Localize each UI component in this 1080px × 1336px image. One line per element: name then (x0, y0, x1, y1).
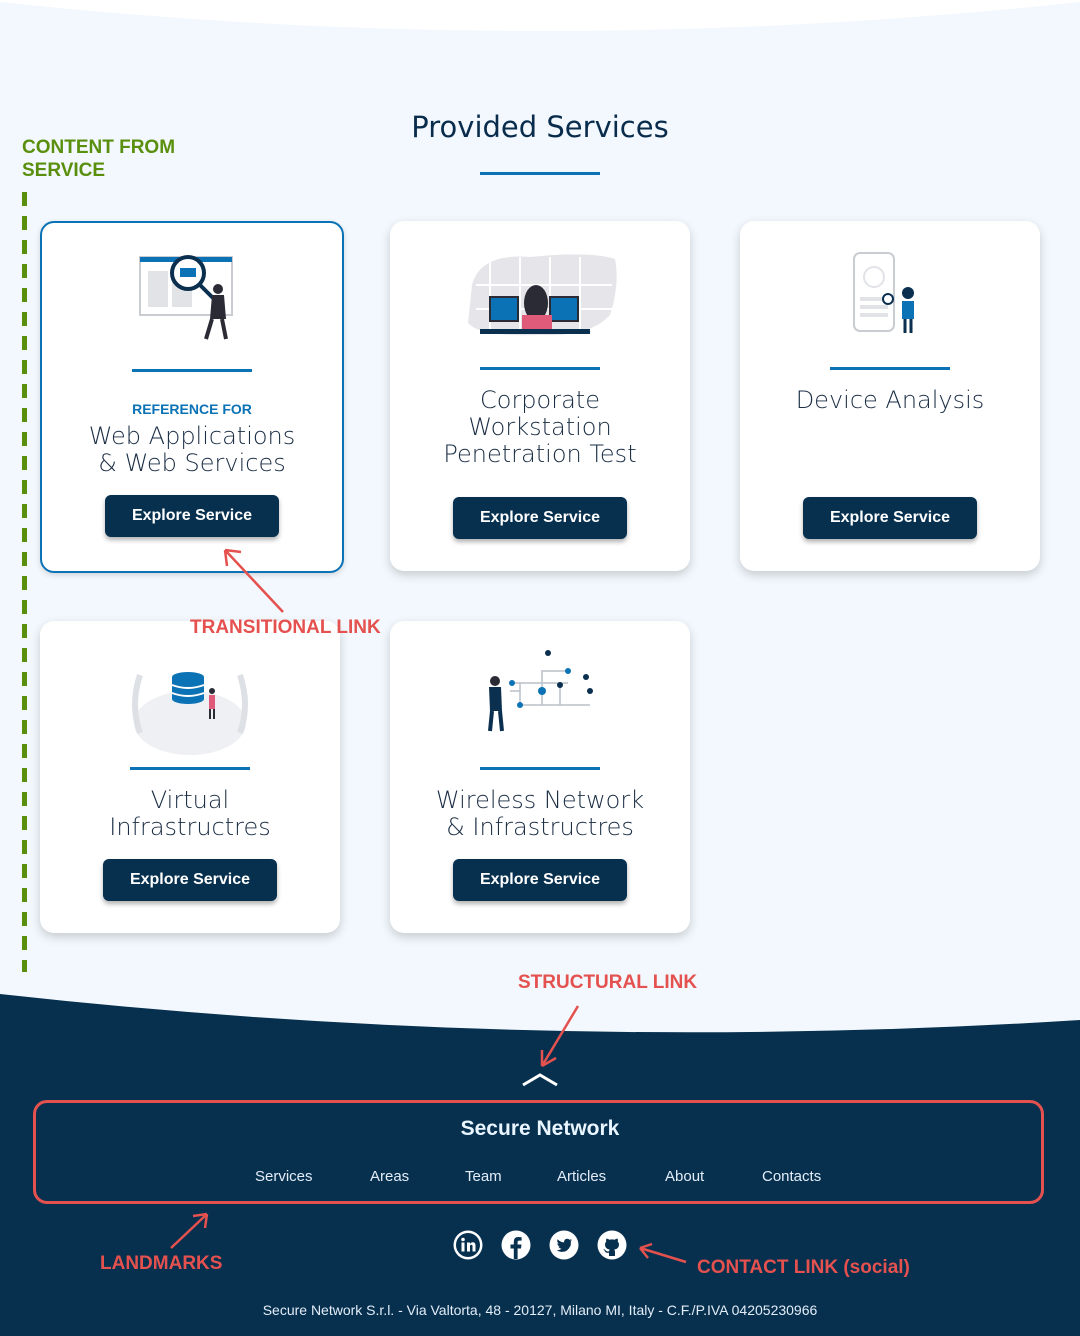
annotation-dashed-line (22, 192, 27, 972)
reference-label: REFERENCE FOR (132, 401, 252, 417)
annotation-contact-link: CONTACT LINK (social) (697, 1257, 910, 1278)
annotation-arrow-transitional (223, 548, 284, 613)
workstation-illustration (468, 254, 617, 336)
explore-service-button[interactable]: Explore Service (453, 497, 627, 539)
top-wave-decoration (0, 0, 1080, 31)
service-card-corporate-workstation: Corporate Workstation Penetration Test E… (390, 221, 690, 571)
annotation-arrow-structural (540, 1005, 580, 1068)
twitter-icon[interactable] (548, 1229, 580, 1261)
card-divider (480, 767, 600, 770)
service-title: Web Applications & Web Services (88, 422, 296, 477)
github-icon[interactable] (596, 1229, 628, 1261)
network-illustration (488, 650, 593, 732)
footer-nav-team[interactable]: Team (465, 1168, 502, 1185)
title-underline (480, 172, 600, 175)
footer-address: Secure Network S.r.l. - Via Valtorta, 48… (262, 1302, 818, 1318)
footer-nav-articles[interactable]: Articles (557, 1168, 606, 1185)
explore-service-button[interactable]: Explore Service (803, 497, 977, 539)
service-card-virtual-infrastructures: Virtual Infrastructres Explore Service (40, 621, 340, 933)
card-divider (130, 767, 250, 770)
footer-nav-services[interactable]: Services (255, 1168, 313, 1185)
footer-nav-areas[interactable]: Areas (370, 1168, 409, 1185)
explore-service-button[interactable]: Explore Service (105, 495, 279, 537)
service-card-web-applications: REFERENCE FOR Web Applications & Web Ser… (40, 221, 344, 573)
database-illustration (132, 672, 248, 755)
annotation-transitional-link: TRANSITIONAL LINK (190, 617, 381, 638)
annotation-arrow-contact (639, 1242, 687, 1264)
footer-nav-contacts[interactable]: Contacts (762, 1168, 821, 1185)
card-divider (830, 367, 950, 370)
annotation-structural-link: STRUCTURAL LINK (518, 972, 698, 993)
linkedin-icon[interactable] (452, 1229, 484, 1261)
chevron-up-icon[interactable] (520, 1070, 560, 1088)
explore-service-button[interactable]: Explore Service (453, 859, 627, 901)
annotation-arrow-landmarks (170, 1212, 209, 1249)
mobile-device-illustration (853, 252, 914, 333)
card-divider (132, 369, 252, 372)
annotation-content-from-service: CONTENT FROM SERVICE (22, 137, 176, 181)
service-title: Device Analysis (795, 386, 985, 414)
service-card-device-analysis: Device Analysis Explore Service (740, 221, 1040, 571)
service-title: Virtual Infrastructres (109, 786, 271, 841)
service-title: Wireless Network & Infrastructres (435, 786, 645, 841)
service-title: Corporate Workstation Penetration Test (443, 386, 637, 468)
footer-landmarks-box (33, 1100, 1044, 1204)
service-card-wireless-network: Wireless Network & Infrastructres Explor… (390, 621, 690, 933)
facebook-icon[interactable] (500, 1229, 532, 1261)
web-app-magnifier-illustration (139, 255, 233, 340)
card-divider (480, 367, 600, 370)
footer-nav-about[interactable]: About (665, 1168, 704, 1185)
footer-brand[interactable]: Secure Network (0, 1117, 1080, 1141)
annotation-landmarks: LANDMARKS (100, 1253, 223, 1274)
explore-service-button[interactable]: Explore Service (103, 859, 277, 901)
